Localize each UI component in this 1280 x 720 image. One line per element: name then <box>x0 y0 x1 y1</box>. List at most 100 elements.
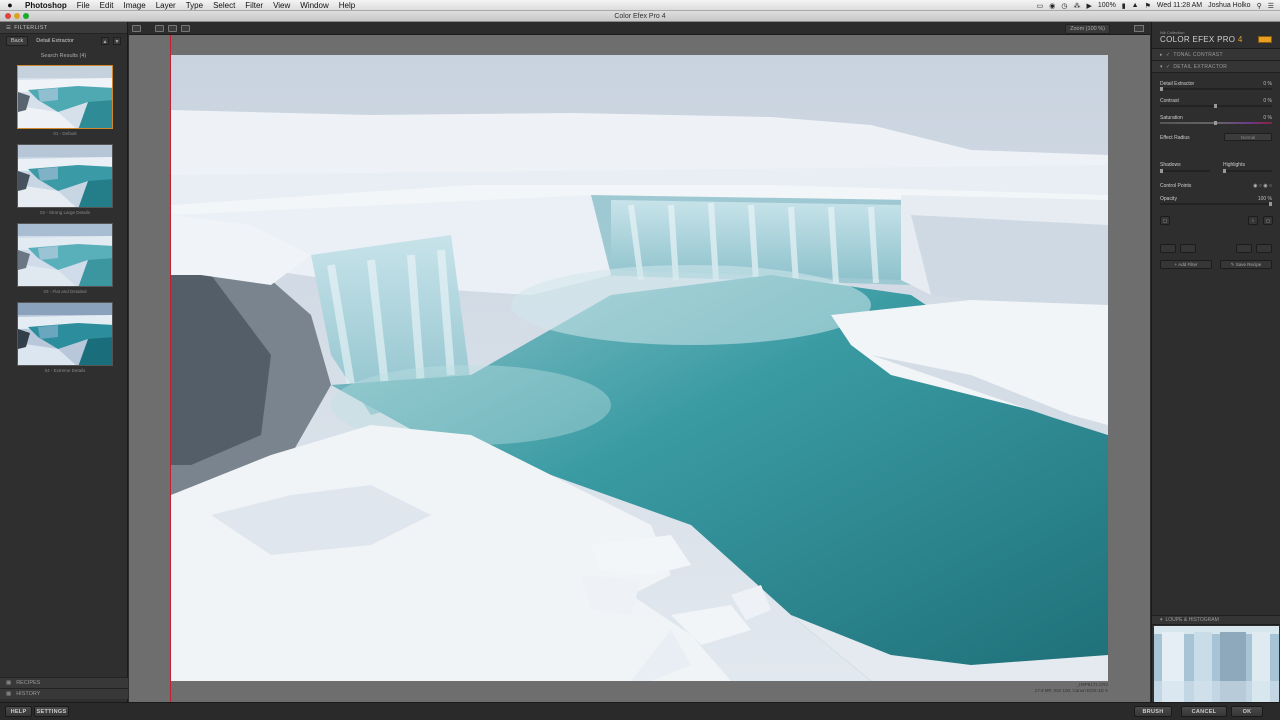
detail-extractor-section-label: DETAIL EXTRACTOR <box>1173 63 1228 70</box>
prev-arrow-icon[interactable]: ▲ <box>101 37 109 45</box>
flag-icon[interactable]: ⚑ <box>1145 2 1151 10</box>
save-recipe-button[interactable]: ✎ Save Recipe <box>1220 260 1272 269</box>
opacity-param: Opacity 100 % <box>1160 196 1272 202</box>
control-points-param[interactable]: Control Points ◉ ○ ◉ ○ <box>1160 183 1272 189</box>
add-filter-label: Add Filter <box>1178 262 1198 267</box>
detail-extractor-value[interactable]: 0 % <box>1263 81 1272 87</box>
slider-knob[interactable] <box>1214 121 1217 125</box>
brand-title-text: COLOR EFEX PRO <box>1160 35 1236 44</box>
preset-item[interactable]: 03 - Flat and Detailed <box>17 223 113 294</box>
save-recipe-label: Save Recipe <box>1235 262 1262 267</box>
delete-icon[interactable]: ▢ <box>1160 216 1170 225</box>
contrast-slider[interactable] <box>1160 104 1272 108</box>
shadows-slider[interactable] <box>1160 169 1210 173</box>
slider-knob[interactable] <box>1269 202 1272 206</box>
filter-list-header[interactable]: ☰ FILTERLIST <box>0 22 127 34</box>
menu-view[interactable]: View <box>268 0 295 11</box>
side-by-side-icon[interactable] <box>168 25 177 32</box>
control-point-add-icons[interactable]: ◉ ○ ◉ ○ <box>1253 183 1272 189</box>
zoom-selector[interactable]: Zoom (100 %) <box>1065 24 1110 34</box>
opacity-slider[interactable] <box>1160 202 1272 206</box>
palette-icon[interactable] <box>1258 36 1272 43</box>
settings-button[interactable]: SETTINGS <box>34 706 69 717</box>
datetime[interactable]: Wed 11:28 AM <box>1157 2 1202 9</box>
history-label: HISTORY <box>16 691 41 697</box>
preset-item[interactable]: 04 - Extreme Details <box>17 302 113 373</box>
loupe-histogram-header[interactable]: ▾ LOUPE & HISTOGRAM <box>1152 615 1280 625</box>
preset-item[interactable]: 01 - Default <box>17 65 113 136</box>
window-title: Color Efex Pro 4 <box>614 13 666 20</box>
detail-extractor-section[interactable]: ▾ ✓ DETAIL EXTRACTOR <box>1152 61 1280 73</box>
wifi-icon[interactable]: ▲ <box>1132 2 1139 9</box>
loupe-histogram-label: LOUPE & HISTOGRAM <box>1165 617 1219 623</box>
background-toggle-icon[interactable] <box>1134 25 1144 32</box>
menu-edit[interactable]: Edit <box>95 0 119 11</box>
spotlight-icon[interactable]: ⚲ <box>1257 2 1262 10</box>
slider-knob[interactable] <box>1223 169 1226 173</box>
undo-button[interactable] <box>1160 244 1176 253</box>
image-metadata: _H9P8172.CR2 17.9 MP, ISO 100, Canon EOS… <box>1035 682 1108 694</box>
recipes-section[interactable]: ▦ RECIPES <box>0 677 128 688</box>
menu-layer[interactable]: Layer <box>151 0 181 11</box>
reset-icon[interactable]: ○ <box>1248 216 1258 225</box>
user-name[interactable]: Joshua Holko <box>1208 2 1250 9</box>
menu-window[interactable]: Window <box>295 0 333 11</box>
next-arrow-icon[interactable]: ▼ <box>113 37 121 45</box>
screen-icon[interactable]: ▭ <box>1037 2 1044 10</box>
opacity-label: Opacity <box>1160 196 1177 202</box>
preview-image[interactable] <box>171 55 1108 681</box>
battery-icon[interactable]: ▮ <box>1122 2 1126 10</box>
history-section[interactable]: ▦ HISTORY <box>0 688 128 699</box>
tonal-contrast-section[interactable]: ▸ ✓ TONAL CONTRAST <box>1152 49 1280 61</box>
saturation-slider[interactable] <box>1160 121 1272 125</box>
app-window: ● Photoshop File Edit Image Layer Type S… <box>0 0 1280 720</box>
check-icon[interactable]: ✓ <box>1166 52 1171 58</box>
slider-knob[interactable] <box>1160 169 1163 173</box>
preset-item[interactable]: 02 - Strong Large Details <box>17 144 113 215</box>
menu-type[interactable]: Type <box>181 0 208 11</box>
copy-icon[interactable]: ▢ <box>1263 216 1273 225</box>
battery-percent[interactable]: 100% <box>1098 2 1116 9</box>
preset-thumbnail <box>17 302 113 366</box>
menu-filter[interactable]: Filter <box>240 0 268 11</box>
volume-icon[interactable]: ▶ <box>1087 2 1092 10</box>
brush-small-button[interactable] <box>1256 244 1272 253</box>
bluetooth-icon[interactable]: ⁂ <box>1074 2 1081 10</box>
ok-button[interactable]: OK <box>1231 706 1263 717</box>
apple-menu-icon[interactable]: ● <box>0 0 20 10</box>
menu-select[interactable]: Select <box>208 0 240 11</box>
preset-label: 04 - Extreme Details <box>44 368 86 373</box>
menu-help[interactable]: Help <box>334 0 360 11</box>
menu-image[interactable]: Image <box>118 0 150 11</box>
compare-button[interactable] <box>1236 244 1252 253</box>
menu-app-name[interactable]: Photoshop <box>20 0 72 11</box>
menu-file[interactable]: File <box>72 0 95 11</box>
redo-button[interactable] <box>1180 244 1196 253</box>
compare-view-icon[interactable] <box>181 25 190 32</box>
preset-thumbnail <box>17 65 113 129</box>
filter-nav: Back Detail Extractor ▲ ▼ <box>0 34 127 48</box>
help-button[interactable]: HELP <box>5 706 32 717</box>
detail-extractor-slider[interactable] <box>1160 87 1272 91</box>
check-icon[interactable]: ✓ <box>1166 64 1171 70</box>
detail-extractor-label: Detail Extractor <box>1160 81 1195 87</box>
brand-title: COLOR EFEX PRO 4 <box>1160 35 1243 44</box>
cancel-button[interactable]: CANCEL <box>1181 706 1227 717</box>
bottom-bar: HELP SETTINGS BRUSH CANCEL OK <box>0 702 1280 720</box>
single-view-icon[interactable] <box>132 25 141 32</box>
slider-knob[interactable] <box>1214 104 1217 108</box>
add-filter-button[interactable]: + Add Filter <box>1160 260 1212 269</box>
back-button[interactable]: Back <box>6 36 29 46</box>
saturation-value[interactable]: 0 % <box>1263 115 1272 121</box>
highlights-slider[interactable] <box>1223 169 1272 173</box>
contrast-value[interactable]: 0 % <box>1263 98 1272 104</box>
brand-header: Nik Collection COLOR EFEX PRO 4 <box>1152 22 1280 49</box>
split-view-icon[interactable] <box>155 25 164 32</box>
brush-button[interactable]: BRUSH <box>1134 706 1172 717</box>
creative-cloud-icon[interactable]: ◉ <box>1049 2 1055 10</box>
time-machine-icon[interactable]: ◷ <box>1061 2 1067 10</box>
notification-center-icon[interactable]: ☰ <box>1268 2 1274 10</box>
slider-knob[interactable] <box>1160 87 1163 91</box>
effect-radius-dropdown[interactable]: Normal <box>1224 133 1272 141</box>
preset-label: 01 - Default <box>53 131 77 136</box>
